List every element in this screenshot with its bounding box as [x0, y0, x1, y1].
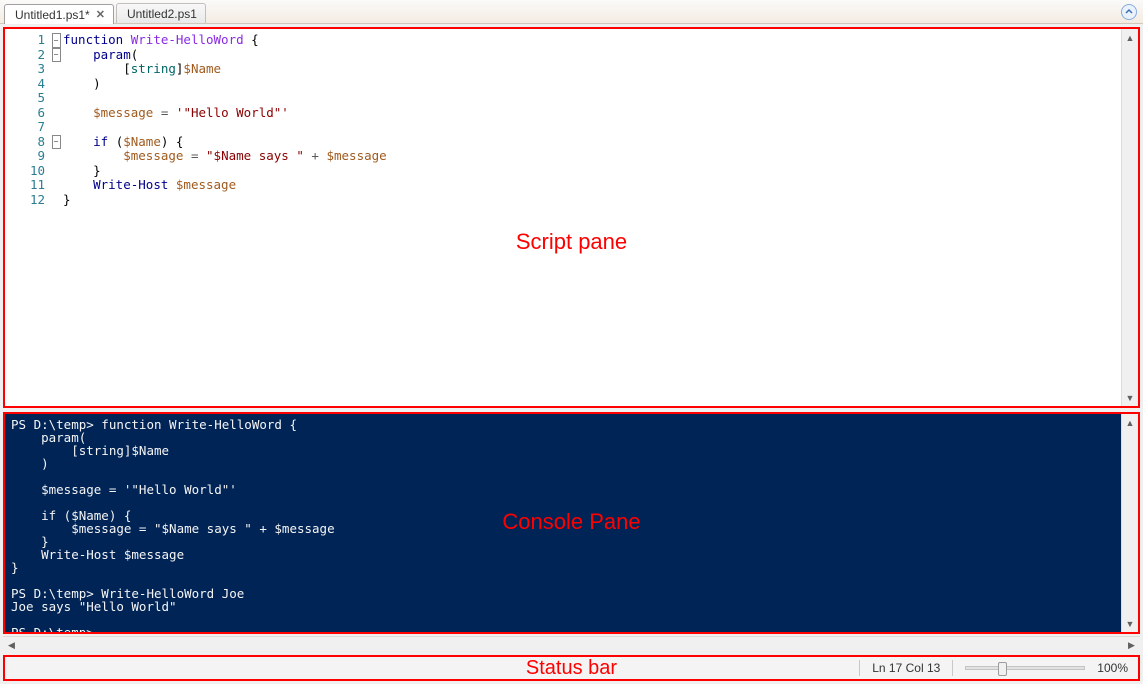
zoom-level: 100% [1097, 661, 1128, 675]
tab-label: Untitled1.ps1* [15, 8, 90, 22]
scroll-track[interactable] [20, 637, 1123, 653]
status-bar: Status bar Ln 17 Col 13 100% [3, 655, 1140, 681]
console-output[interactable]: PS D:\temp> function Write-HelloWord { p… [5, 414, 1121, 632]
tab-untitled2[interactable]: Untitled2.ps1 [116, 3, 206, 23]
scroll-up-icon[interactable]: ▲ [1122, 414, 1138, 431]
status-bar-annotation: Status bar [526, 657, 617, 680]
console-vertical-scrollbar[interactable]: ▲ ▼ [1121, 414, 1138, 632]
scroll-down-icon[interactable]: ▼ [1122, 615, 1138, 632]
editor-vertical-scrollbar[interactable]: ▲ ▼ [1121, 29, 1138, 406]
fold-toggle[interactable]: − [52, 135, 61, 150]
expand-collapse-toggle[interactable] [1121, 4, 1137, 20]
fold-toggle[interactable]: − [52, 48, 61, 63]
console-pane: PS D:\temp> function Write-HelloWord { p… [3, 412, 1140, 634]
script-pane: 123456789101112 −−− function Write-Hello… [3, 27, 1140, 408]
scroll-track[interactable] [1122, 431, 1138, 615]
fold-toggle[interactable]: − [52, 33, 61, 48]
tab-label: Untitled2.ps1 [127, 7, 197, 21]
code-content[interactable]: function Write-HelloWord { param( [strin… [63, 29, 1121, 406]
zoom-slider[interactable] [965, 666, 1085, 670]
scroll-track[interactable] [1122, 46, 1138, 389]
divider [952, 660, 953, 676]
scroll-right-icon[interactable]: ▶ [1123, 637, 1140, 654]
cursor-position: Ln 17 Col 13 [872, 661, 940, 675]
console-horizontal-scrollbar[interactable]: ◀ ▶ [3, 636, 1140, 653]
divider [859, 660, 860, 676]
code-editor[interactable]: 123456789101112 −−− function Write-Hello… [5, 29, 1121, 406]
tab-bar: Untitled1.ps1* ✕ Untitled2.ps1 [0, 0, 1143, 24]
zoom-thumb[interactable] [998, 662, 1007, 676]
line-number-gutter: 123456789101112 [5, 29, 49, 406]
scroll-down-icon[interactable]: ▼ [1122, 389, 1138, 406]
fold-column: −−− [49, 29, 63, 406]
scroll-up-icon[interactable]: ▲ [1122, 29, 1138, 46]
close-icon[interactable]: ✕ [96, 8, 105, 21]
scroll-left-icon[interactable]: ◀ [3, 637, 20, 654]
tab-untitled1[interactable]: Untitled1.ps1* ✕ [4, 4, 114, 24]
